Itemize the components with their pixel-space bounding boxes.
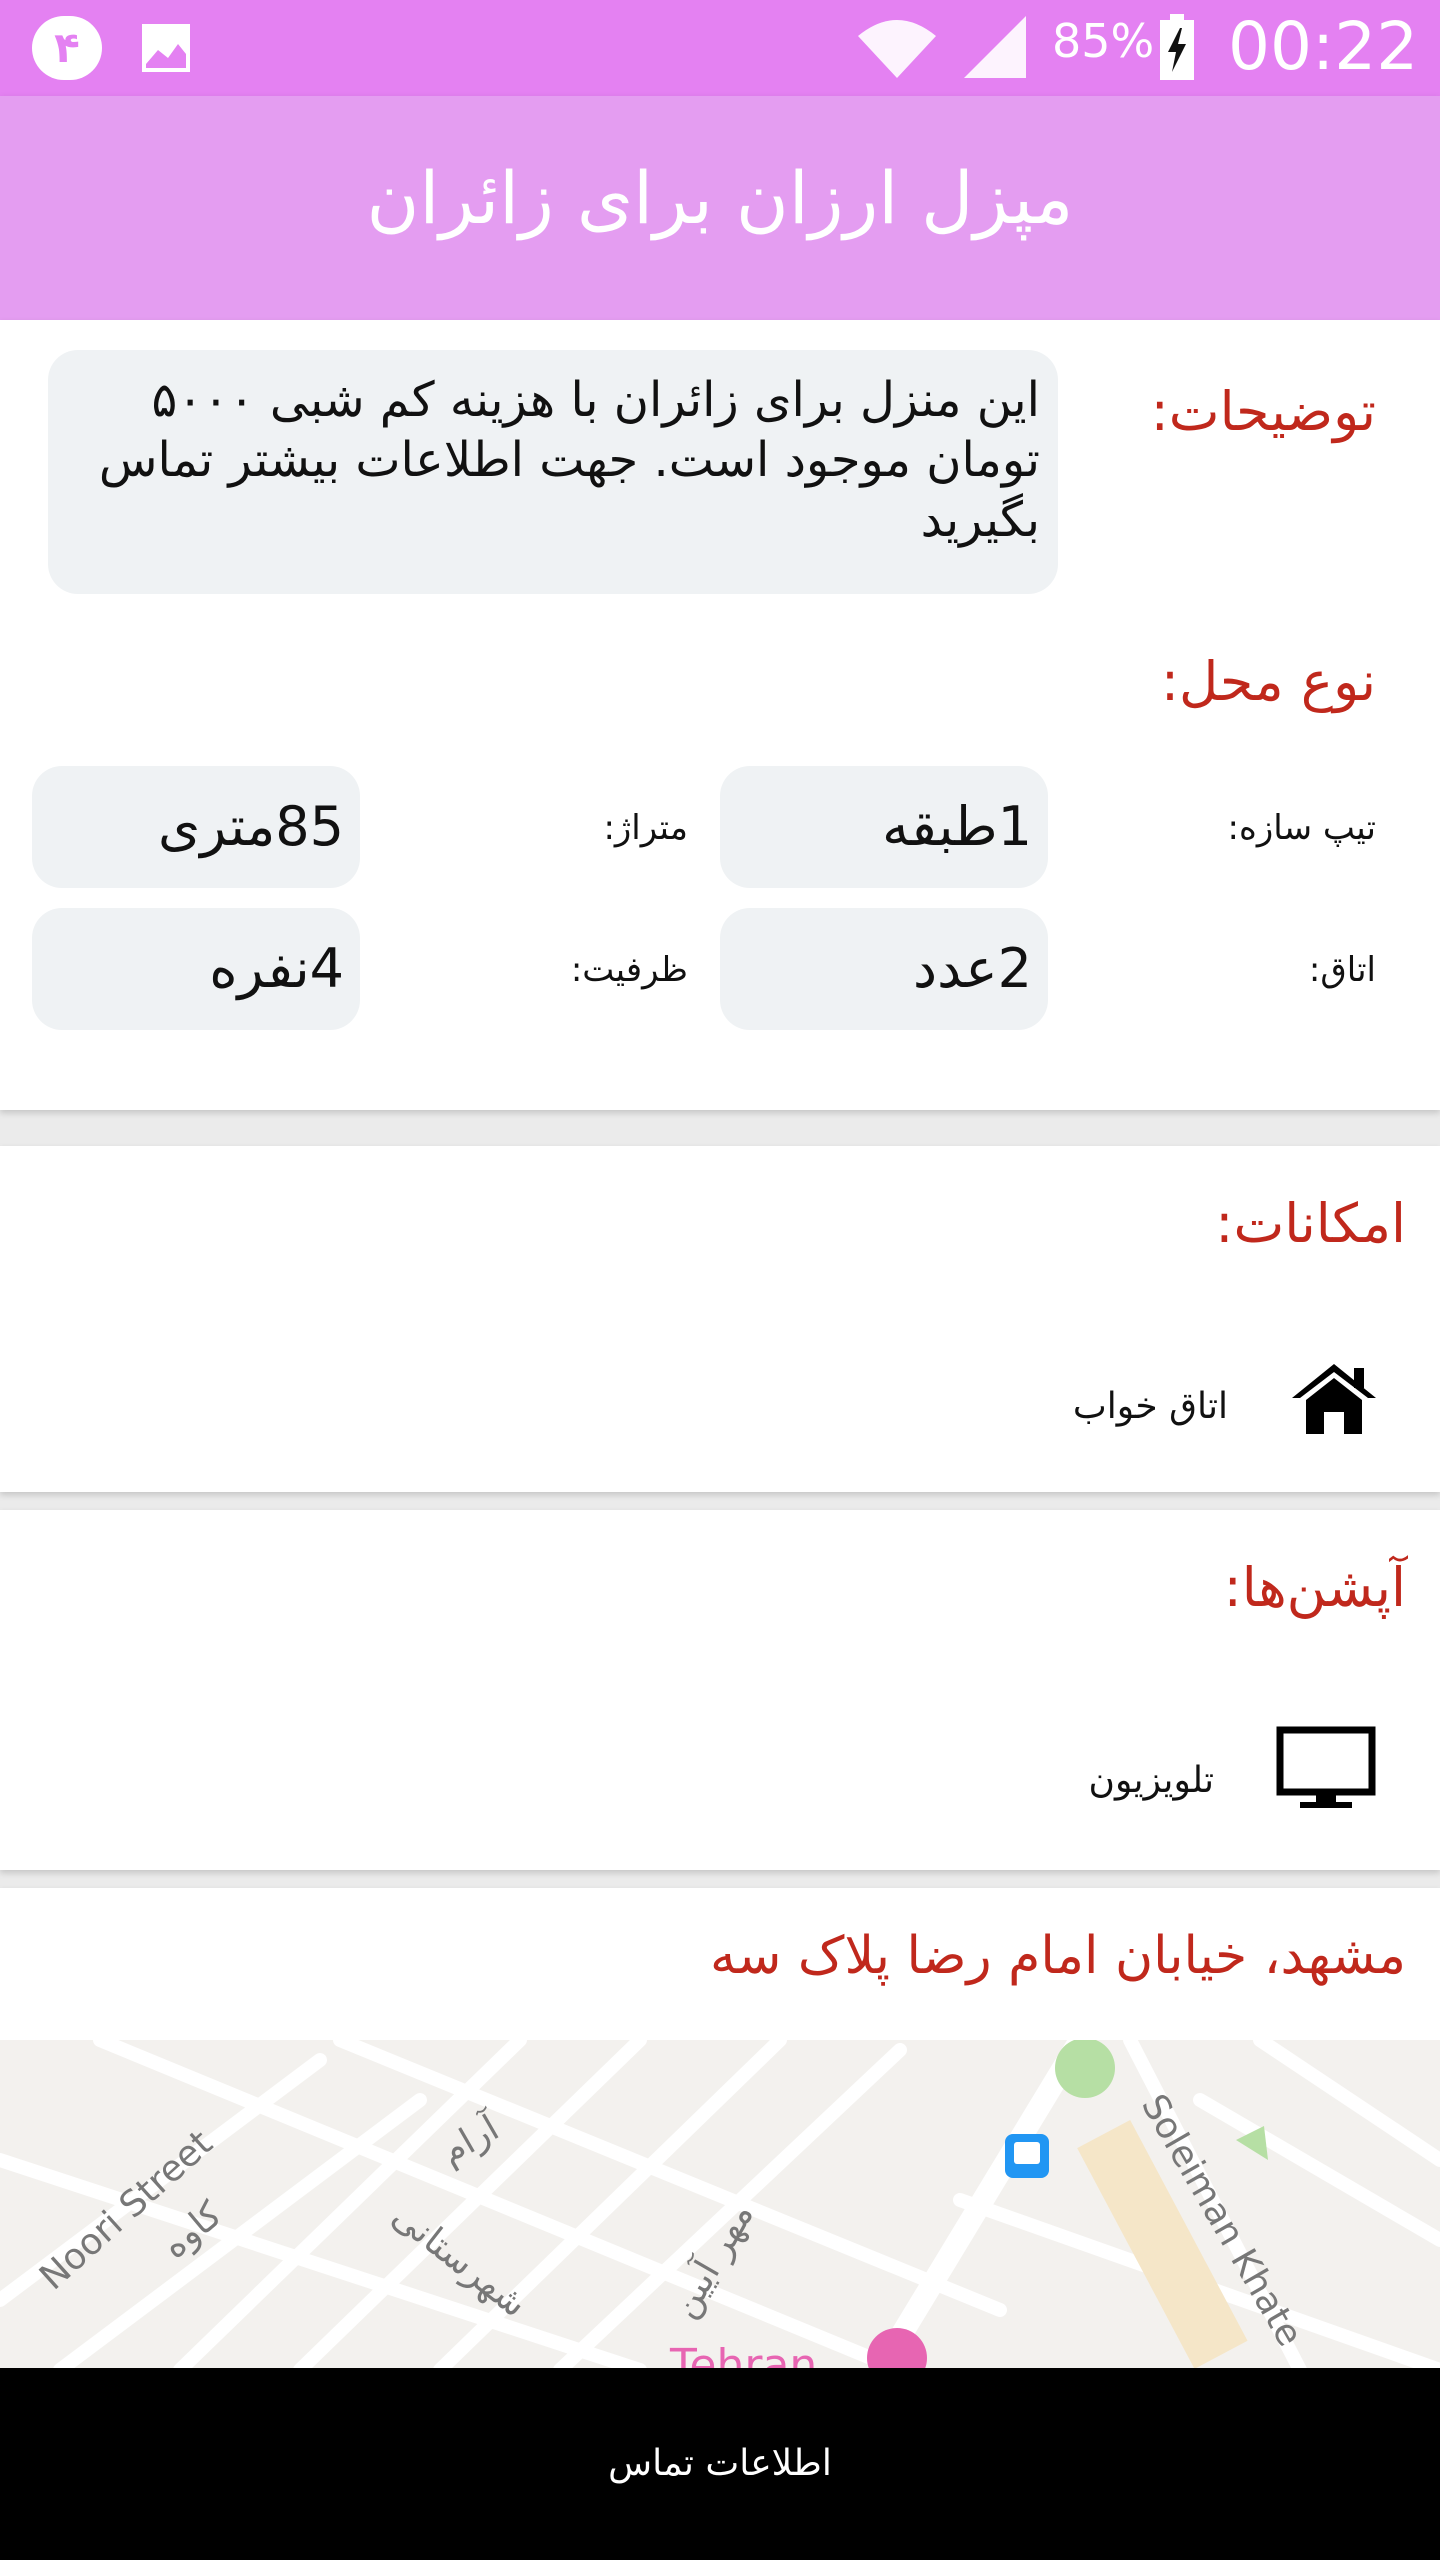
details-card: توضیحات: این منزل برای زائران با هزینه ک… [0,320,1440,1110]
description-label: توضیحات: [1150,380,1376,443]
place-type-label: نوع محل: [1160,650,1376,713]
home-icon [1292,1364,1376,1434]
capacity-label: ظرفیت: [570,950,688,990]
capacity-value: 4نفره [32,908,360,1030]
address-text: مشهد، خیابان امام رضا پلاک سه [709,1926,1406,1986]
bottom-bar: اطلاعات تماس [0,2368,1440,2560]
description-text: این منزل برای زائران با هزینه کم شبی ۵۰۰… [48,350,1058,594]
rooms-value: 2عدد [720,908,1048,1030]
gallery-icon [142,24,190,72]
option-label: تلویزیون [1088,1760,1214,1801]
options-card: آپشن‌ها: تلویزیون [0,1510,1440,1870]
notification-badge: ۴ [32,16,102,80]
amenity-label: اتاق خواب [1072,1386,1228,1427]
options-title: آپشن‌ها: [1223,1556,1406,1619]
amenities-title: امکانات: [1215,1192,1406,1255]
area-label: متراژ: [603,808,688,848]
battery-percent: 85% [1052,14,1155,68]
app-bar: مپزل ارزان برای زائران [0,96,1440,320]
rooms-label: اتاق: [1308,950,1376,990]
structure-value: 1طبقه [720,766,1048,888]
area-value: 85متری [32,766,360,888]
status-bar: ۴ 85% 00:22 [0,0,1440,96]
structure-label: تیپ سازه: [1227,808,1376,848]
signal-icon [964,16,1026,78]
wifi-icon [858,20,936,78]
battery-charging-icon [1160,14,1194,80]
tv-icon [1276,1726,1376,1808]
amenities-card: امکانات: اتاق خواب [0,1146,1440,1492]
page-title: مپزل ارزان برای زائران [366,156,1074,240]
contact-info-button[interactable]: اطلاعات تماس [0,2368,1440,2560]
map-label-tehran: Tehran [670,2340,818,2370]
map-view[interactable]: Noori Street کاوه آرام شهرستانی مهر آیین… [0,2040,1440,2370]
clock: 00:22 [1228,8,1419,85]
